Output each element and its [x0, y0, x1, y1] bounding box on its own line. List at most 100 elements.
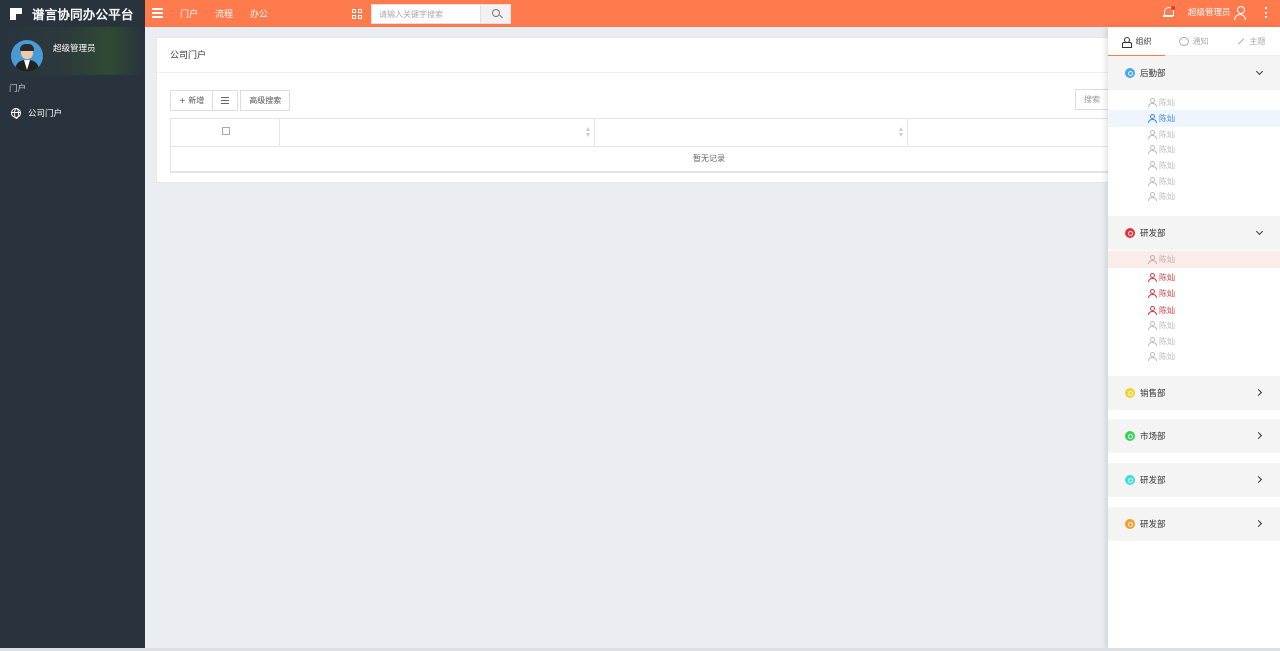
globe-icon: [11, 107, 21, 119]
user-panel: 超级管理员: [0, 27, 145, 75]
tab-notification[interactable]: 通知: [1165, 27, 1222, 56]
dept-name: 研发部: [1140, 229, 1166, 239]
search-input[interactable]: [372, 5, 480, 23]
member-name: 陈灿: [1159, 337, 1175, 346]
column-header[interactable]: [908, 119, 1117, 146]
member-name: 陈灿: [1159, 321, 1175, 330]
sort-icon[interactable]: [585, 127, 591, 137]
member-name: 陈灿: [1159, 177, 1175, 186]
person-icon: [1148, 98, 1157, 107]
member-name: 陈灿: [1159, 192, 1175, 201]
member-name: 陈灿: [1159, 289, 1175, 298]
select-all-checkbox[interactable]: [222, 127, 230, 135]
member-item[interactable]: 陈灿: [1108, 110, 1280, 127]
dept-icon: [1125, 475, 1135, 485]
member-name: 陈灿: [1159, 352, 1175, 361]
dept-name: 销售部: [1140, 389, 1166, 399]
member-name: 陈灿: [1159, 161, 1175, 170]
more-vertical-icon[interactable]: [1265, 7, 1268, 20]
person-icon: [1148, 289, 1157, 298]
member-item[interactable]: 陈灿: [1108, 157, 1280, 174]
sidebar: 超级管理员 门户 公司门户: [0, 27, 145, 651]
dept-header-rnd-2[interactable]: 研发部: [1108, 463, 1280, 497]
nav-portal[interactable]: 门户: [180, 7, 198, 20]
dept-icon: [1125, 519, 1135, 529]
person-icon: [1148, 273, 1157, 282]
person-icon: [1148, 321, 1157, 330]
list-view-button[interactable]: [213, 90, 239, 111]
toolbar: + 新增 高级搜索: [170, 90, 291, 111]
sort-icon[interactable]: [899, 127, 904, 137]
member-item[interactable]: 陈灿: [1108, 141, 1280, 158]
member-item[interactable]: 陈灿: [1108, 348, 1280, 365]
dept-header-marketing[interactable]: 市场部: [1108, 419, 1280, 453]
member-item[interactable]: 陈灿: [1108, 269, 1280, 286]
dept-header-rnd-3[interactable]: 研发部: [1108, 507, 1280, 541]
tab-label: 组织: [1135, 37, 1152, 46]
member-item[interactable]: 陈灿: [1108, 94, 1280, 111]
menu-icon[interactable]: [152, 8, 163, 18]
column-header[interactable]: [280, 119, 595, 146]
nav-office[interactable]: 办公: [250, 7, 268, 20]
global-search: [371, 4, 511, 24]
dept-header-logistics[interactable]: 后勤部: [1108, 56, 1280, 90]
person-icon: [1148, 306, 1157, 315]
data-table: 暂无记录: [170, 118, 1117, 173]
user-icon[interactable]: [1234, 6, 1246, 20]
avatar[interactable]: [11, 40, 43, 72]
member-item[interactable]: 陈灿: [1108, 251, 1280, 268]
member-name: 陈灿: [1159, 255, 1175, 264]
chevron-right-icon: [1254, 475, 1263, 484]
dept-icon: [1125, 68, 1135, 78]
top-nav: 门户 流程 办公: [180, 0, 285, 27]
sidebar-user-name: 超级管理员: [53, 44, 96, 54]
member-name: 陈灿: [1159, 114, 1175, 123]
member-item[interactable]: 陈灿: [1108, 317, 1280, 334]
page-title: 公司门户: [170, 51, 207, 61]
top-bar: 谱言协同办公平台 门户 流程 办公 超级管理员: [0, 0, 1280, 27]
dept-header-rnd[interactable]: 研发部: [1108, 216, 1280, 250]
top-user-name[interactable]: 超级管理员: [1188, 0, 1231, 27]
person-icon: [1148, 145, 1157, 154]
notification-badge: [1171, 6, 1175, 10]
tab-label: 通知: [1192, 37, 1209, 46]
column-header[interactable]: [595, 119, 909, 146]
member-name: 陈灿: [1159, 306, 1175, 315]
member-item[interactable]: 陈灿: [1108, 285, 1280, 302]
person-icon: [1148, 130, 1157, 139]
dept-icon: [1125, 228, 1135, 238]
dept-name: 研发部: [1140, 476, 1166, 486]
sidebar-item-company-portal[interactable]: 公司门户: [0, 104, 145, 121]
add-button[interactable]: + 新增: [170, 90, 214, 111]
dept-name: 市场部: [1140, 432, 1166, 442]
chevron-right-icon: [1254, 388, 1263, 397]
org-icon: [1121, 37, 1132, 48]
person-icon: [1148, 192, 1157, 201]
table-header: [171, 119, 1117, 147]
person-icon: [1148, 177, 1157, 186]
brand[interactable]: 谱言协同办公平台: [0, 0, 145, 27]
logo-icon: [10, 7, 22, 20]
search-icon[interactable]: [480, 5, 510, 23]
member-name: 陈灿: [1159, 98, 1175, 107]
portal-card: 公司门户 + 新增 高级搜索 搜索 暂无记录: [156, 37, 1117, 183]
advanced-search-button[interactable]: 高级搜索: [240, 90, 291, 111]
header-select-cell: [171, 119, 280, 146]
member-item[interactable]: 陈灿: [1108, 188, 1280, 205]
chevron-right-icon: [1254, 519, 1263, 528]
nav-workflow[interactable]: 流程: [215, 7, 233, 20]
dept-name: 研发部: [1140, 520, 1166, 530]
person-icon: [1148, 114, 1157, 123]
list-icon: [221, 97, 230, 104]
member-name: 陈灿: [1159, 273, 1175, 282]
tab-theme[interactable]: 主题: [1222, 27, 1279, 56]
tab-organization[interactable]: 组织: [1108, 27, 1165, 57]
panel-tabs: 组织 通知 主题: [1108, 27, 1280, 57]
brush-icon: [1236, 37, 1245, 46]
empty-state: 暂无记录: [171, 147, 1117, 172]
person-icon: [1148, 352, 1157, 361]
apps-grid-icon[interactable]: [352, 9, 362, 19]
chevron-right-icon: [1254, 431, 1263, 440]
dept-header-sales[interactable]: 销售部: [1108, 376, 1280, 410]
divider: [157, 72, 1115, 73]
